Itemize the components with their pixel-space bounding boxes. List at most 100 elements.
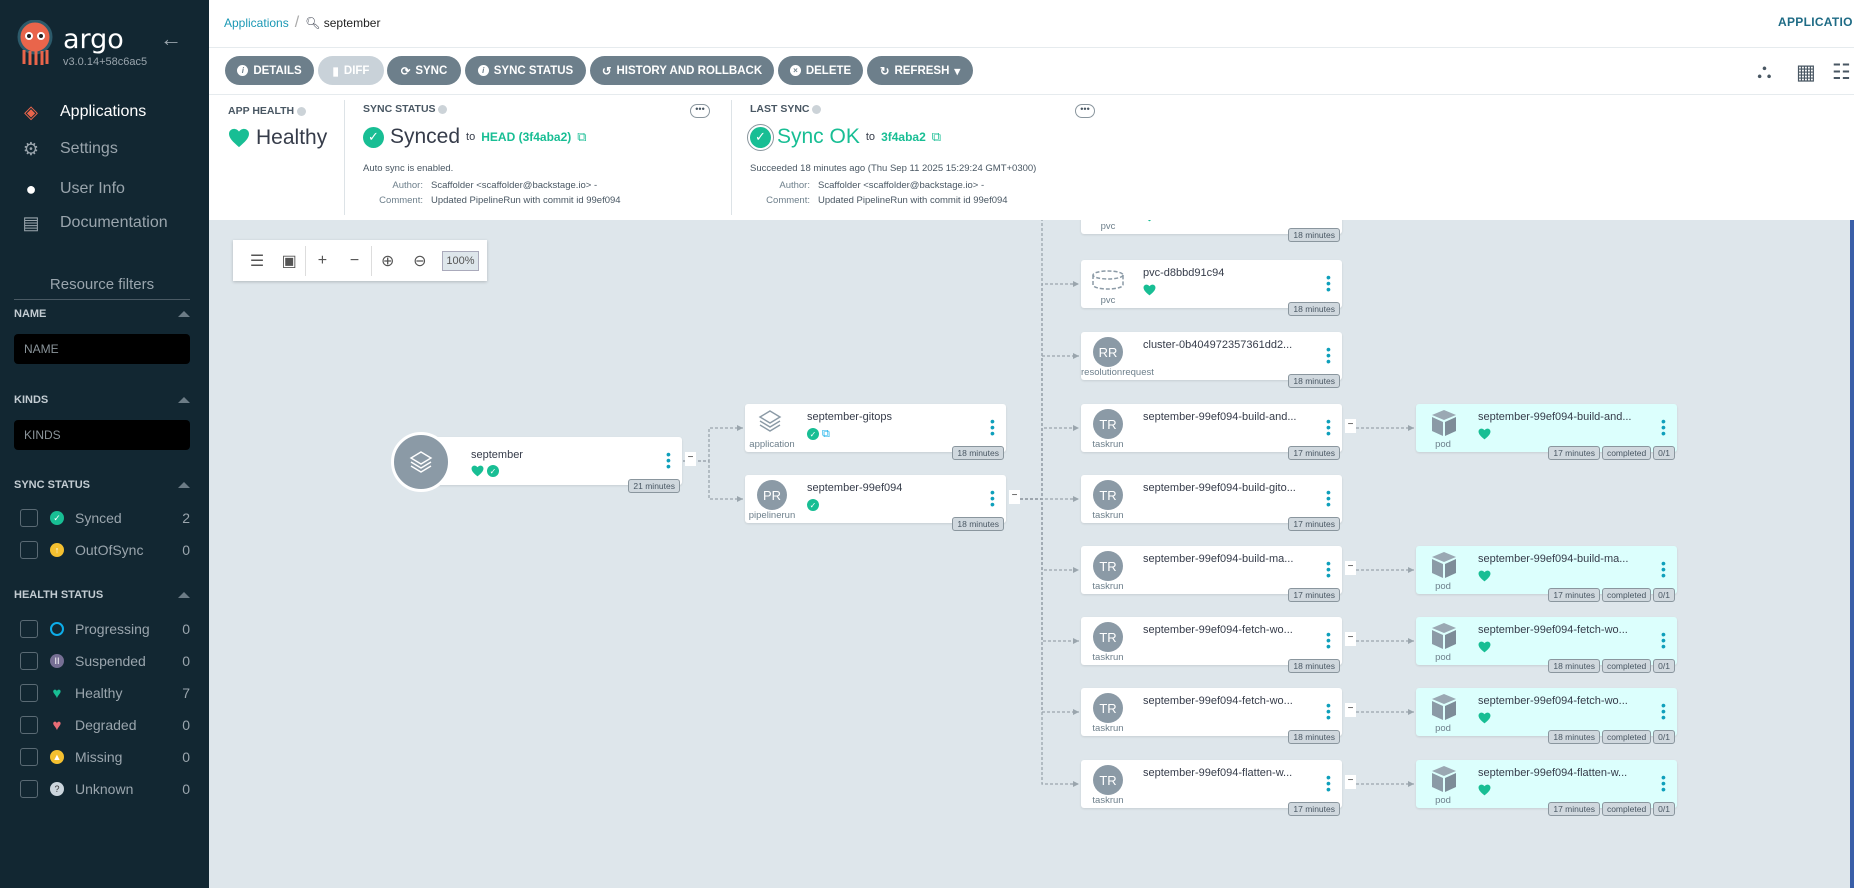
- collapse-button[interactable]: −: [1345, 703, 1356, 717]
- more-button[interactable]: •••: [1075, 104, 1095, 118]
- filter-degraded[interactable]: ♥ Degraded 0: [20, 714, 190, 736]
- more-vertical-icon[interactable]: •••: [1661, 770, 1666, 796]
- application-node[interactable]: application september-gitops ✓ ⧉ • • • 18 minut…: [745, 404, 1006, 460]
- checkbox[interactable]: [20, 780, 38, 798]
- scrollbar[interactable]: [1850, 220, 1854, 888]
- refresh-icon: ↻: [879, 65, 890, 78]
- taskrun-node[interactable]: TR taskrun september-99ef094-flatten-w... •…: [1081, 760, 1356, 816]
- checkbox[interactable]: [20, 541, 38, 559]
- more-vertical-icon[interactable]: •••: [1661, 414, 1666, 440]
- collapse-button[interactable]: −: [1345, 632, 1356, 646]
- kind-label: taskrun: [1092, 581, 1124, 592]
- more-vertical-icon[interactable]: •••: [1326, 627, 1331, 653]
- pod-node[interactable]: pod september-99ef094-build-ma... • • • 17 mi…: [1416, 546, 1677, 602]
- pipelinerun-node[interactable]: PR pipelinerun september-99ef094 ✓ • • • 18 min…: [745, 475, 1020, 531]
- sync-status-button[interactable]: i SYNC STATUS: [465, 56, 586, 85]
- more-vertical-icon[interactable]: •••: [1326, 556, 1331, 582]
- health-status-filter-header[interactable]: HEALTH STATUS: [14, 589, 190, 601]
- more-vertical-icon[interactable]: •••: [666, 447, 671, 473]
- revision-link[interactable]: 3f4aba2: [881, 130, 926, 144]
- more-vertical-icon[interactable]: •••: [990, 414, 995, 440]
- checkbox[interactable]: [20, 684, 38, 702]
- filter-missing[interactable]: ▲ Missing 0: [20, 746, 190, 768]
- kinds-filter-input[interactable]: [14, 420, 190, 450]
- filter-suspended[interactable]: II Suspended 0: [20, 650, 190, 672]
- filter-synced[interactable]: ✓ Synced 2: [20, 507, 190, 529]
- taskrun-node[interactable]: TR taskrun september-99ef094-fetch-wo... • •…: [1081, 688, 1356, 744]
- pod-node[interactable]: pod september-99ef094-build-and... • • • 17 m…: [1416, 404, 1677, 460]
- more-vertical-icon[interactable]: •••: [1661, 698, 1666, 724]
- delete-button[interactable]: × DELETE: [778, 56, 863, 85]
- plus-icon[interactable]: +: [306, 252, 338, 270]
- minus-icon[interactable]: −: [338, 252, 370, 270]
- collapse-button[interactable]: −: [1345, 419, 1356, 433]
- filter-healthy[interactable]: ♥ Healthy 7: [20, 682, 190, 704]
- kinds-filter-header[interactable]: KINDS: [14, 394, 190, 406]
- collapse-button[interactable]: −: [1009, 490, 1020, 504]
- external-link-icon[interactable]: ⧉: [577, 129, 586, 145]
- zoom-level[interactable]: 100%: [441, 250, 479, 271]
- tree-view-icon[interactable]: ⛬: [1757, 60, 1772, 84]
- more-vertical-icon[interactable]: •••: [1326, 270, 1331, 296]
- nav-applications[interactable]: ◈ Applications: [20, 99, 146, 125]
- app-node[interactable]: september ✓ • • • 21 minutes −: [421, 437, 696, 493]
- nav-user-info[interactable]: ● User Info: [20, 176, 125, 202]
- more-vertical-icon[interactable]: •••: [1661, 556, 1666, 582]
- diff-button[interactable]: ▮ DIFF: [318, 56, 384, 85]
- fit-screen-icon[interactable]: ▣: [273, 251, 305, 271]
- more-vertical-icon[interactable]: •••: [1326, 770, 1331, 796]
- zoom-out-icon[interactable]: ⊖: [404, 251, 436, 271]
- checkbox[interactable]: [20, 652, 38, 670]
- breadcrumb-applications[interactable]: Applications: [224, 16, 289, 30]
- taskrun-node[interactable]: TR taskrun september-99ef094-build-ma... • •…: [1081, 546, 1356, 602]
- align-left-icon[interactable]: ☰: [241, 251, 273, 271]
- name-filter-input[interactable]: [14, 334, 190, 364]
- age-badge: 18 minutes: [952, 517, 1004, 531]
- more-vertical-icon[interactable]: •••: [1326, 485, 1331, 511]
- filter-unknown[interactable]: ? Unknown 0: [20, 778, 190, 800]
- nav-documentation[interactable]: ▤ Documentation: [20, 210, 167, 236]
- filter-progressing[interactable]: Progressing 0: [20, 618, 190, 640]
- network-view-icon[interactable]: ☷: [1832, 60, 1851, 85]
- pod-node[interactable]: pod september-99ef094-fetch-wo... • • • 18 mi…: [1416, 688, 1677, 744]
- name-filter-header[interactable]: NAME: [14, 308, 190, 320]
- details-button[interactable]: i DETAILS: [225, 56, 314, 85]
- grid-view-icon[interactable]: ▦: [1796, 60, 1816, 85]
- collapse-icon: [178, 482, 190, 488]
- checkbox[interactable]: [20, 620, 38, 638]
- refresh-button[interactable]: ↻ REFRESH ▾: [867, 56, 973, 85]
- collapse-sidebar-icon[interactable]: ←: [160, 26, 182, 52]
- external-link-icon[interactable]: ⧉: [822, 428, 830, 440]
- nav-settings[interactable]: ⚙ Settings: [20, 136, 118, 162]
- sync-button[interactable]: ⟳ SYNC: [387, 56, 461, 85]
- kind-label: taskrun: [1092, 439, 1124, 450]
- taskrun-node[interactable]: TR taskrun september-99ef094-build-and... •…: [1081, 404, 1356, 460]
- external-link-icon[interactable]: ⧉: [932, 129, 941, 145]
- collapse-button[interactable]: −: [1345, 775, 1356, 789]
- more-vertical-icon[interactable]: •••: [1661, 627, 1666, 653]
- more-vertical-icon[interactable]: •••: [1326, 698, 1331, 724]
- badges: 18 minutes: [1288, 374, 1340, 388]
- taskrun-node[interactable]: TR taskrun september-99ef094-build-gito...…: [1081, 475, 1342, 531]
- pod-node[interactable]: pod september-99ef094-flatten-w... • • • 17 m…: [1416, 760, 1677, 816]
- collapse-button[interactable]: −: [685, 452, 696, 466]
- edge-arrow: [1073, 496, 1079, 502]
- sync-status-filter-header[interactable]: SYNC STATUS: [14, 479, 190, 491]
- pvc-node[interactable]: pvc pvc-d8bbd91c94 • • • 18 minutes: [1081, 260, 1342, 316]
- pod-node[interactable]: pod september-99ef094-fetch-wo... • • • 18 mi…: [1416, 617, 1677, 673]
- history-rollback-button[interactable]: ↺ HISTORY AND ROLLBACK: [590, 56, 774, 85]
- taskrun-node[interactable]: TR taskrun september-99ef094-fetch-wo... • •…: [1081, 617, 1356, 673]
- revision-link[interactable]: HEAD (3f4aba2): [481, 130, 571, 144]
- checkbox[interactable]: [20, 748, 38, 766]
- zoom-in-icon[interactable]: ⊕: [372, 251, 404, 271]
- resolutionrequest-node[interactable]: RR resolutionrequest cluster-0b40497235736…: [1081, 332, 1342, 388]
- more-vertical-icon[interactable]: •••: [1326, 342, 1331, 368]
- filter-count: 0: [182, 717, 190, 733]
- filter-outofsync[interactable]: ↑ OutOfSync 0: [20, 539, 190, 561]
- more-vertical-icon[interactable]: •••: [990, 485, 995, 511]
- more-vertical-icon[interactable]: •••: [1326, 414, 1331, 440]
- more-button[interactable]: •••: [690, 104, 710, 118]
- checkbox[interactable]: [20, 716, 38, 734]
- collapse-button[interactable]: −: [1345, 561, 1356, 575]
- checkbox[interactable]: [20, 509, 38, 527]
